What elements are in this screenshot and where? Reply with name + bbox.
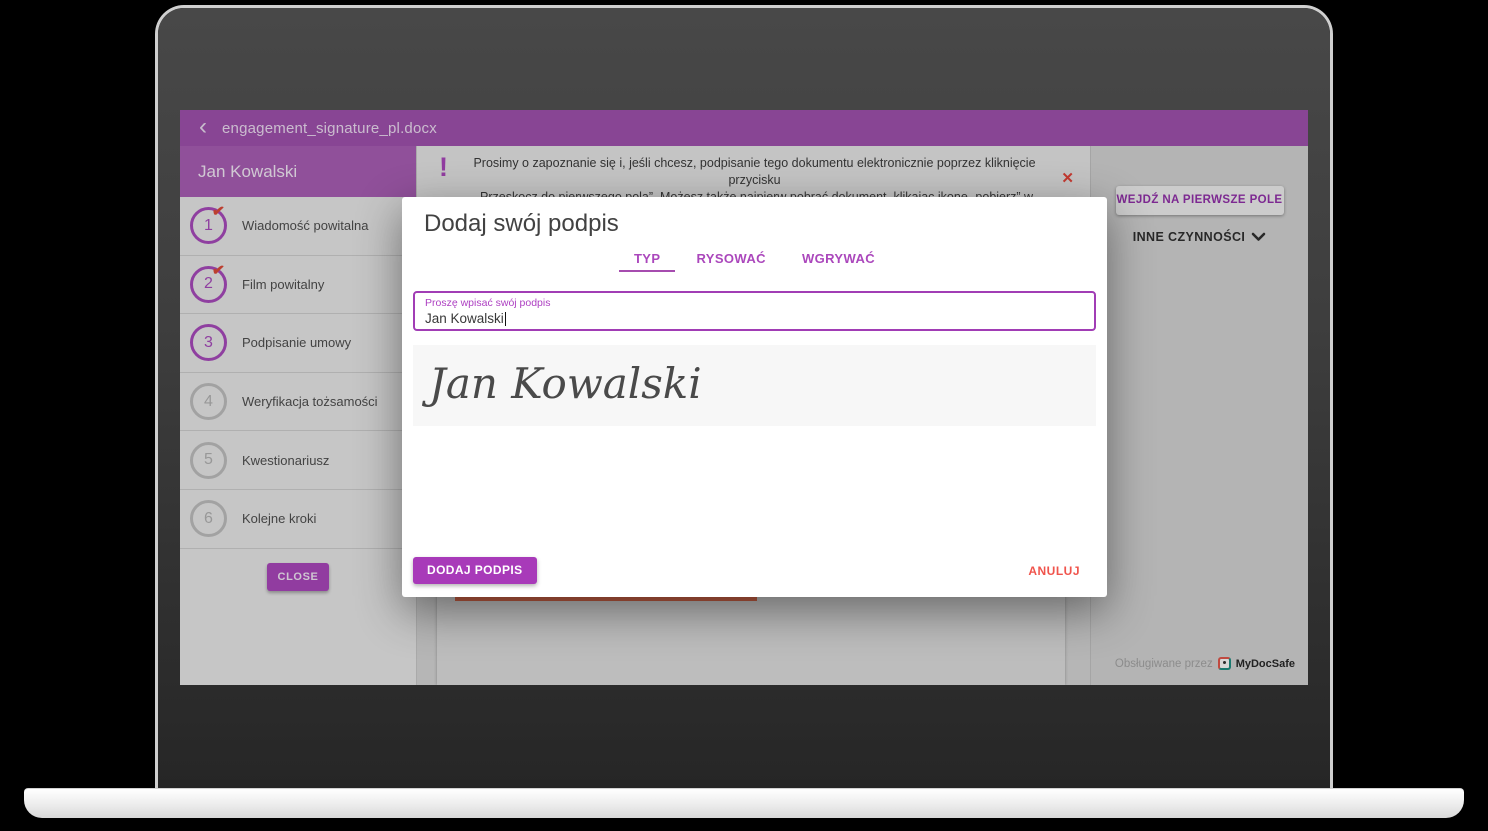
signature-tabs: TYP RYSOWAĆ WGRYWAĆ xyxy=(402,247,1107,272)
tab-typ[interactable]: TYP xyxy=(619,247,675,272)
input-label: Proszę wpisać swój podpis xyxy=(425,297,550,309)
add-signature-dialog: Dodaj swój podpis TYP RYSOWAĆ WGRYWAĆ Pr… xyxy=(402,197,1107,597)
tab-rysowac[interactable]: RYSOWAĆ xyxy=(681,247,781,272)
signature-text-input[interactable]: Proszę wpisać swój podpis Jan Kowalski xyxy=(413,291,1096,331)
input-value: Jan Kowalski xyxy=(425,311,506,326)
tab-wgrywac[interactable]: WGRYWAĆ xyxy=(787,247,890,272)
signature-preview-text: Jan Kowalski xyxy=(413,345,1096,423)
app-screen: ‹ engagement_signature_pl.docx Jan Kowal… xyxy=(180,110,1308,685)
add-signature-button[interactable]: DODAJ PODPIS xyxy=(413,557,537,584)
signature-preview: Jan Kowalski xyxy=(413,345,1096,426)
text-caret xyxy=(505,312,507,326)
dialog-title: Dodaj swój podpis xyxy=(424,210,619,238)
cancel-button[interactable]: ANULUJ xyxy=(1028,564,1080,578)
laptop-base xyxy=(24,788,1464,818)
